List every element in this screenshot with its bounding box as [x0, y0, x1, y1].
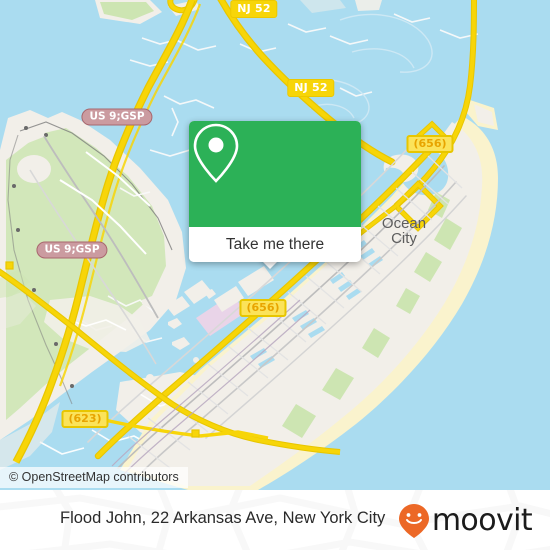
- osm-attribution[interactable]: © OpenStreetMap contributors: [0, 467, 188, 488]
- shield-us-9-gsp-north[interactable]: US 9;GSP: [81, 108, 153, 126]
- map-canvas[interactable]: NJ 52 NJ 52 US 9;GSP US 9;GSP (656) (656…: [0, 0, 550, 490]
- place-label-line1: Ocean: [381, 215, 427, 232]
- shield-656-north[interactable]: (656): [406, 135, 454, 153]
- shield-656-south[interactable]: (656): [239, 299, 287, 317]
- moovit-pin-smiley-icon: [398, 504, 429, 538]
- shield-nj-52-north[interactable]: NJ 52: [230, 0, 278, 18]
- take-me-there-label: Take me there: [225, 235, 325, 253]
- place-label-line2: City: [391, 230, 417, 247]
- location-address: Flood John, 22 Arkansas Ave, New York Ci…: [60, 509, 386, 527]
- place-label-ocean-city: Ocean City: [382, 216, 426, 246]
- popup-marker-panel: [189, 121, 361, 227]
- take-me-there-button[interactable]: Take me there: [189, 227, 361, 262]
- moovit-wordmark: moovit: [431, 503, 533, 538]
- shield-nj-52-south[interactable]: NJ 52: [287, 79, 335, 97]
- destination-popup[interactable]: Take me there: [189, 121, 361, 262]
- map-pin-icon: [193, 123, 239, 183]
- shield-623[interactable]: (623): [61, 410, 109, 428]
- moovit-logo[interactable]: moovit: [397, 503, 533, 539]
- footer-bar: Flood John, 22 Arkansas Ave, New York Ci…: [0, 490, 550, 550]
- shield-us-9-gsp-south[interactable]: US 9;GSP: [36, 241, 108, 259]
- map-screenshot: NJ 52 NJ 52 US 9;GSP US 9;GSP (656) (656…: [0, 0, 550, 550]
